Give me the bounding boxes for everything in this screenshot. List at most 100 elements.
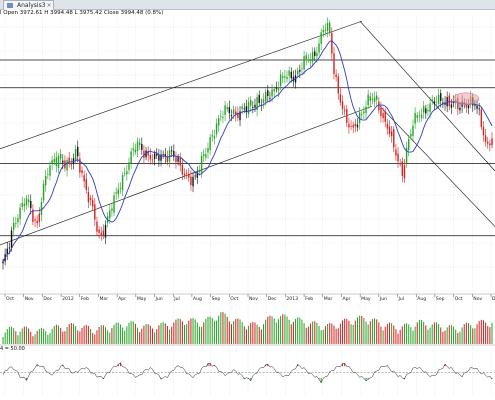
x-tick-label: Nov xyxy=(25,296,34,302)
candle-body xyxy=(375,95,378,100)
volume-bar xyxy=(87,326,89,344)
candle-body xyxy=(450,104,453,108)
candle-body xyxy=(491,138,493,146)
volume-bar xyxy=(263,324,265,344)
volume-bar xyxy=(476,324,478,344)
volume-bar xyxy=(374,318,376,344)
volume-bar xyxy=(384,326,386,344)
rsi-line xyxy=(2,362,493,384)
candle-body xyxy=(301,68,303,70)
volume-bar xyxy=(79,331,81,344)
volume-bar xyxy=(237,318,239,344)
x-tick-label: May xyxy=(137,296,147,302)
volume-bar xyxy=(301,319,303,344)
volume-bar xyxy=(354,320,356,344)
volume-bar xyxy=(378,322,380,344)
candle-body xyxy=(478,108,480,110)
candle-body xyxy=(277,87,280,91)
volume-bar xyxy=(8,326,10,344)
volume-bar xyxy=(367,324,369,344)
volume-bar xyxy=(412,330,414,344)
candle-body xyxy=(250,100,252,106)
candle-body xyxy=(94,204,96,220)
volume-bar xyxy=(173,322,175,344)
volume-bar xyxy=(177,318,179,344)
volume-bar xyxy=(344,318,346,344)
candle-body xyxy=(19,207,21,219)
candle-body xyxy=(25,198,28,206)
candle-body xyxy=(435,101,438,103)
volume-bar xyxy=(226,316,228,344)
candle-body xyxy=(156,153,158,156)
candle-body xyxy=(158,155,160,161)
candle-body xyxy=(109,210,111,219)
candle-body xyxy=(247,102,250,115)
x-tick-label: Jun xyxy=(379,296,387,302)
candle-body xyxy=(179,157,181,166)
candle-body xyxy=(85,179,87,190)
volume-bar xyxy=(418,319,420,344)
candle-body xyxy=(410,133,412,137)
candle-body xyxy=(431,99,433,102)
candle-body xyxy=(119,187,122,189)
volume-bar xyxy=(433,322,435,344)
candle-body xyxy=(111,208,113,211)
volume-bar xyxy=(72,323,74,344)
volume-bar xyxy=(450,324,452,344)
candle-body xyxy=(213,136,216,139)
volume-bar xyxy=(122,327,124,344)
candle-body xyxy=(371,99,374,101)
volume-bar xyxy=(15,331,17,344)
volume-bar xyxy=(267,316,269,344)
volume-bar xyxy=(444,330,446,344)
x-tick-label: 2013 xyxy=(286,296,298,302)
volume-bar xyxy=(51,328,53,344)
candle-body xyxy=(220,115,222,117)
x-tick-label: Sep xyxy=(436,296,445,302)
candle-body xyxy=(369,96,371,101)
candle-body xyxy=(149,154,152,160)
volume-bar xyxy=(171,326,173,344)
candle-body xyxy=(448,95,450,107)
volume-bar xyxy=(324,326,326,344)
volume-bar xyxy=(181,321,183,344)
candle-body xyxy=(138,142,141,145)
candle-body xyxy=(341,101,344,109)
candle-body xyxy=(72,158,75,164)
candle-body xyxy=(296,70,299,75)
volume-bar xyxy=(429,327,431,344)
volume-bar xyxy=(96,330,98,344)
volume-bar xyxy=(369,321,371,344)
volume-bar xyxy=(352,324,354,344)
volume-bar xyxy=(115,322,117,344)
x-tick-label: Apr xyxy=(118,296,126,302)
candle-body xyxy=(489,143,491,146)
x-tick-label: Feb xyxy=(81,296,89,302)
volume-bar xyxy=(485,322,487,344)
x-tick-label: Jun xyxy=(155,296,163,302)
volume-bar xyxy=(28,328,30,344)
candle-body xyxy=(408,138,410,151)
candle-body xyxy=(128,162,130,170)
price-chart[interactable]: Oct Nov Dec 2012 Feb Mar Apr May Jun Jul Aug Sep Oct… xyxy=(0,0,495,400)
volume-bar xyxy=(190,318,192,344)
volume-bar xyxy=(166,325,168,344)
candle-body xyxy=(198,171,201,172)
volume-bar xyxy=(147,324,149,344)
volume-bar xyxy=(395,329,397,344)
candle-body xyxy=(346,109,348,123)
volume-bar xyxy=(75,326,77,344)
volume-bar xyxy=(124,330,126,344)
volume-bar xyxy=(149,325,151,344)
volume-bar xyxy=(303,323,305,344)
candle-body xyxy=(121,174,124,191)
volume-bar xyxy=(68,324,70,344)
candle-body xyxy=(136,141,139,151)
candle-body xyxy=(49,165,51,176)
x-tick-label: May xyxy=(361,296,371,302)
volume-bar xyxy=(194,319,196,344)
volume-bar xyxy=(273,318,275,344)
candle-body xyxy=(40,201,43,216)
candle-body xyxy=(286,76,288,79)
volume-bar xyxy=(235,318,237,344)
